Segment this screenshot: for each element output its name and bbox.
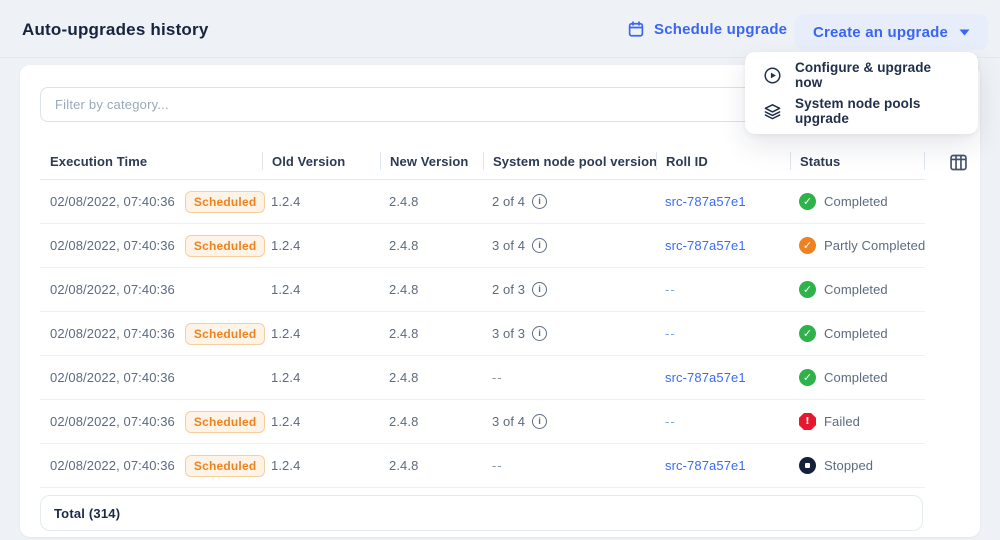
info-icon[interactable] xyxy=(532,414,547,429)
status-label: Completed xyxy=(824,194,888,209)
col-header-new-version: New Version xyxy=(380,152,483,170)
roll-id: -- xyxy=(656,414,790,429)
old-version: 1.2.4 xyxy=(262,238,380,253)
pool-version: -- xyxy=(492,370,503,385)
table-row[interactable]: 02/08/2022, 07:40:36 1.2.4 2.4.8 -- src-… xyxy=(40,356,925,400)
new-version: 2.4.8 xyxy=(380,282,483,297)
pool-version: -- xyxy=(492,458,503,473)
execution-time: 02/08/2022, 07:40:36 xyxy=(50,458,175,473)
table-body: 02/08/2022, 07:40:36 Scheduled 1.2.4 2.4… xyxy=(40,180,925,488)
top-bar: Auto-upgrades history Schedule upgrade C… xyxy=(0,0,1000,58)
execution-time: 02/08/2022, 07:40:36 xyxy=(50,194,175,209)
play-circle-icon xyxy=(763,66,782,85)
new-version: 2.4.8 xyxy=(380,194,483,209)
new-version: 2.4.8 xyxy=(380,326,483,341)
schedule-upgrade-label: Schedule upgrade xyxy=(654,21,787,38)
col-header-system-node-pool-version: System node pool version xyxy=(483,152,656,170)
col-header-roll-id: Roll ID xyxy=(656,152,790,170)
old-version: 1.2.4 xyxy=(262,458,380,473)
execution-time: 02/08/2022, 07:40:36 xyxy=(50,238,175,253)
old-version: 1.2.4 xyxy=(262,370,380,385)
pool-version: 2 of 3 xyxy=(492,282,525,297)
scheduled-badge: Scheduled xyxy=(185,323,265,345)
status-label: Stopped xyxy=(824,458,873,473)
total-row: Total (314) xyxy=(40,495,923,531)
scheduled-badge: Scheduled xyxy=(185,191,265,213)
info-icon[interactable] xyxy=(532,194,547,209)
schedule-upgrade-button[interactable]: Schedule upgrade xyxy=(627,20,787,38)
upgrades-table: Execution Time Old Version New Version S… xyxy=(40,143,925,488)
execution-time: 02/08/2022, 07:40:36 xyxy=(50,282,175,297)
status-label: Completed xyxy=(824,282,888,297)
status-icon: ✓ xyxy=(799,237,816,254)
calendar-icon xyxy=(627,20,645,38)
info-icon[interactable] xyxy=(532,282,547,297)
column-divider xyxy=(924,152,925,170)
new-version: 2.4.8 xyxy=(380,458,483,473)
page-title: Auto-upgrades history xyxy=(22,20,209,40)
execution-time: 02/08/2022, 07:40:36 xyxy=(50,370,175,385)
table-row[interactable]: 02/08/2022, 07:40:36 Scheduled 1.2.4 2.4… xyxy=(40,400,925,444)
new-version: 2.4.8 xyxy=(380,370,483,385)
history-card: Execution Time Old Version New Version S… xyxy=(20,65,980,537)
menu-item-system-node-pools-upgrade[interactable]: System node pools upgrade xyxy=(745,93,978,129)
roll-id[interactable]: src-787a57e1 xyxy=(656,370,790,385)
create-upgrade-button[interactable]: Create an upgrade xyxy=(795,14,988,50)
info-icon[interactable] xyxy=(532,326,547,341)
table-row[interactable]: 02/08/2022, 07:40:36 1.2.4 2.4.8 2 of 3 … xyxy=(40,268,925,312)
old-version: 1.2.4 xyxy=(262,326,380,341)
col-header-execution-time: Execution Time xyxy=(40,154,262,169)
scheduled-badge: Scheduled xyxy=(185,455,265,477)
old-version: 1.2.4 xyxy=(262,194,380,209)
status-icon: ✓ xyxy=(799,369,816,386)
pool-version: 3 of 4 xyxy=(492,238,525,253)
menu-item-label: System node pools upgrade xyxy=(795,96,960,126)
status-icon: ✓ xyxy=(799,193,816,210)
roll-id: -- xyxy=(656,282,790,297)
info-icon[interactable] xyxy=(532,238,547,253)
execution-time: 02/08/2022, 07:40:36 xyxy=(50,326,175,341)
status-label: Partly Completed xyxy=(824,238,925,253)
pool-version: 2 of 4 xyxy=(492,194,525,209)
status-icon: ✓ xyxy=(799,325,816,342)
col-header-old-version: Old Version xyxy=(262,152,380,170)
table-row[interactable]: 02/08/2022, 07:40:36 Scheduled 1.2.4 2.4… xyxy=(40,312,925,356)
layers-icon xyxy=(763,102,782,121)
total-label: Total (314) xyxy=(54,506,120,521)
col-header-status: Status xyxy=(790,152,925,170)
roll-id[interactable]: src-787a57e1 xyxy=(656,458,790,473)
old-version: 1.2.4 xyxy=(262,414,380,429)
table-row[interactable]: 02/08/2022, 07:40:36 Scheduled 1.2.4 2.4… xyxy=(40,444,925,488)
pool-version: 3 of 3 xyxy=(492,326,525,341)
scheduled-badge: Scheduled xyxy=(185,235,265,257)
table-row[interactable]: 02/08/2022, 07:40:36 Scheduled 1.2.4 2.4… xyxy=(40,180,925,224)
create-upgrade-menu: Configure & upgrade now System node pool… xyxy=(745,52,978,134)
roll-id[interactable]: src-787a57e1 xyxy=(656,194,790,209)
table-row[interactable]: 02/08/2022, 07:40:36 Scheduled 1.2.4 2.4… xyxy=(40,224,925,268)
old-version: 1.2.4 xyxy=(262,282,380,297)
status-label: Failed xyxy=(824,414,860,429)
status-label: Completed xyxy=(824,370,888,385)
scheduled-badge: Scheduled xyxy=(185,411,265,433)
execution-time: 02/08/2022, 07:40:36 xyxy=(50,414,175,429)
new-version: 2.4.8 xyxy=(380,414,483,429)
status-icon xyxy=(799,457,816,474)
create-upgrade-label: Create an upgrade xyxy=(813,24,948,41)
roll-id: -- xyxy=(656,326,790,341)
chevron-down-icon xyxy=(959,29,970,36)
roll-id[interactable]: src-787a57e1 xyxy=(656,238,790,253)
status-icon: ✓ xyxy=(799,281,816,298)
status-label: Completed xyxy=(824,326,888,341)
menu-item-label: Configure & upgrade now xyxy=(795,60,960,90)
pool-version: 3 of 4 xyxy=(492,414,525,429)
menu-item-configure-upgrade-now[interactable]: Configure & upgrade now xyxy=(745,57,978,93)
status-icon: ! xyxy=(799,413,816,430)
new-version: 2.4.8 xyxy=(380,238,483,253)
table-header-row: Execution Time Old Version New Version S… xyxy=(40,143,925,180)
column-settings-icon[interactable] xyxy=(948,152,969,178)
